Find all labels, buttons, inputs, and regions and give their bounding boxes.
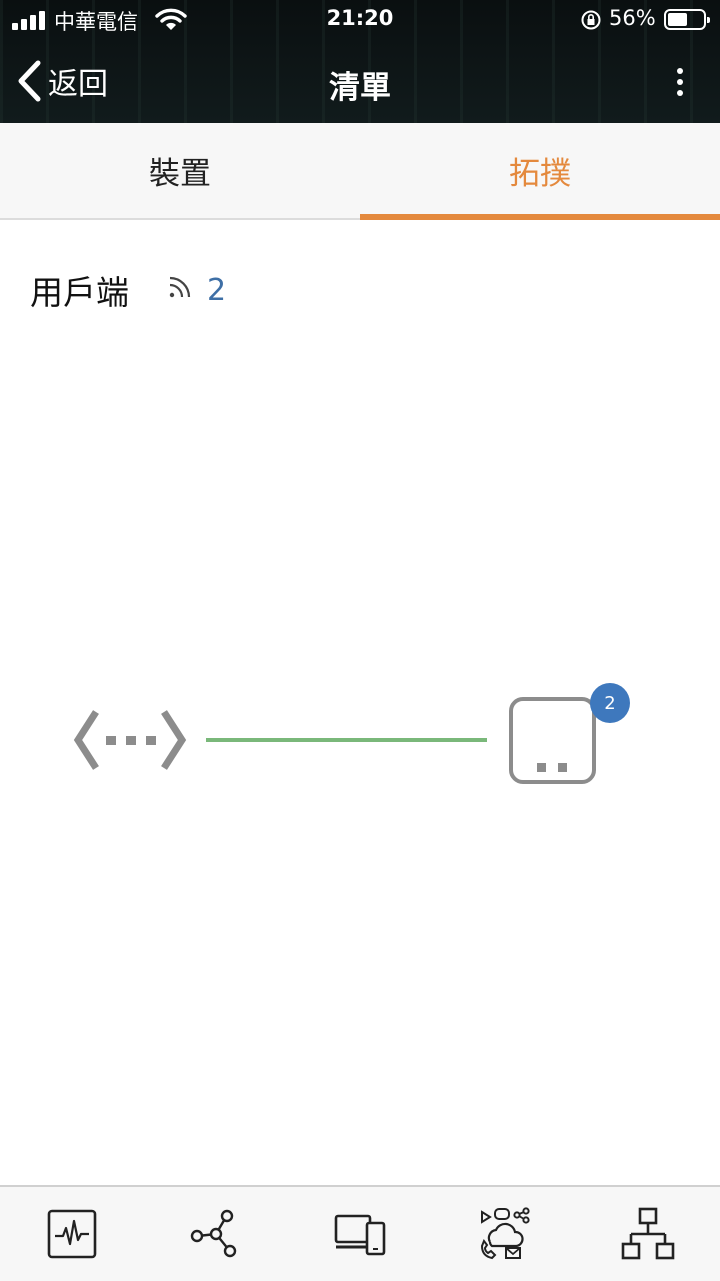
battery-percentage: 56%	[609, 6, 656, 30]
app-header: 中華電信 21:20 56% 返回 清單	[0, 0, 720, 123]
wireless-signal-icon	[169, 276, 191, 298]
clients-label: 用戶端	[30, 273, 129, 312]
activity-monitor-icon	[47, 1209, 97, 1259]
nav-devices[interactable]	[288, 1187, 432, 1281]
screen: 中華電信 21:20 56% 返回 清單 裝置 拓撲 用戶端 2 2	[0, 0, 720, 1281]
applications-icon	[480, 1207, 530, 1260]
topology-link	[206, 738, 487, 742]
navigation-bar: 返回 清單	[0, 44, 720, 119]
bottom-navigation	[0, 1185, 720, 1281]
status-bar: 中華電信 21:20 56%	[0, 0, 720, 40]
network-node-icon[interactable]	[72, 706, 188, 774]
more-options-icon[interactable]	[664, 62, 694, 102]
topology-tree-icon	[621, 1207, 675, 1260]
nav-topology[interactable]	[576, 1187, 720, 1281]
nav-monitor[interactable]	[0, 1187, 144, 1281]
nav-network[interactable]	[144, 1187, 288, 1281]
view-tabs: 裝置 拓撲	[0, 123, 720, 220]
devices-icon	[334, 1214, 386, 1256]
network-graph-icon	[190, 1209, 237, 1258]
clients-count: 2	[207, 272, 227, 308]
tab-topology[interactable]: 拓撲	[360, 123, 720, 220]
clients-summary: 用戶端 2	[30, 266, 226, 314]
battery-icon	[664, 9, 710, 30]
nav-applications[interactable]	[432, 1187, 576, 1281]
tab-devices[interactable]: 裝置	[0, 123, 360, 218]
rotation-lock-icon	[581, 10, 601, 30]
page-title: 清單	[329, 70, 391, 106]
client-count-badge: 2	[590, 683, 630, 723]
client-node-icon[interactable]	[509, 697, 596, 784]
